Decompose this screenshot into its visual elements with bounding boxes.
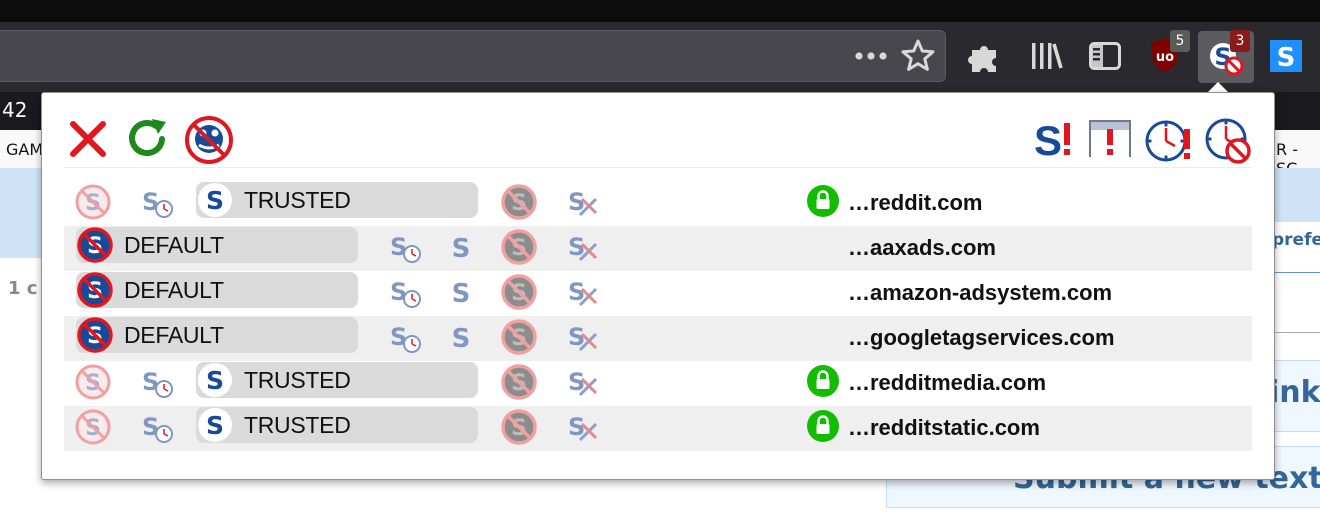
site-domain: …amazon-adsystem.com <box>848 280 1113 305</box>
more-actions-icon[interactable] <box>852 46 890 66</box>
site-domain: …reddit.com <box>848 190 983 215</box>
site-row: SSSTRUSTEDSS…reddit.com <box>64 181 1252 226</box>
custom-option[interactable]: S <box>564 408 602 451</box>
site-row: SDEFAULTSSSS…aaxads.com <box>64 226 1252 271</box>
header-divider <box>64 167 1252 168</box>
custom-option[interactable]: S <box>564 228 602 271</box>
ublock-badge: 5 <box>1170 30 1190 52</box>
default-pill[interactable]: SDEFAULT <box>76 317 358 353</box>
reload-icon[interactable] <box>126 117 172 161</box>
noscript-options-icon[interactable]: S <box>1032 115 1076 163</box>
extensions-puzzle-icon[interactable] <box>966 38 1004 76</box>
temp-trusted-option[interactable]: S <box>138 408 176 451</box>
noscript-popup: S SSSTRUSTEDSS…reddit.comSDEFAULTSSSS…aa… <box>41 92 1275 480</box>
temp-trusted-option[interactable]: S <box>138 183 176 226</box>
secure-lock-icon <box>806 184 840 223</box>
svg-text:S: S <box>206 186 224 215</box>
blocked-option[interactable]: S <box>500 408 538 451</box>
default-icon: S <box>76 271 114 314</box>
level-label: DEFAULT <box>124 277 224 303</box>
site-row: SSSTRUSTEDSS…redditstatic.com <box>64 406 1252 451</box>
trusted-pill[interactable]: S TRUSTED <box>196 362 478 398</box>
secure-lock-icon <box>806 364 840 403</box>
temp-trusted-option[interactable]: S <box>386 318 424 361</box>
trusted-icon: S <box>196 406 234 449</box>
site-row: SDEFAULTSSSS…googletagservices.com <box>64 316 1252 361</box>
custom-option[interactable]: S <box>564 363 602 406</box>
trusted-icon: S <box>196 361 234 404</box>
site-row: SSSTRUSTEDSS…redditmedia.com <box>64 361 1252 406</box>
submit-link-box[interactable]: ink <box>1269 360 1320 432</box>
svg-text:S: S <box>1034 117 1062 163</box>
level-label: TRUSTED <box>244 187 351 213</box>
level-label: DEFAULT <box>124 232 224 258</box>
svg-text:S: S <box>206 366 224 395</box>
custom-option[interactable]: S <box>564 183 602 226</box>
trusted-option[interactable]: S <box>442 273 480 316</box>
browser-toolbar: uo 5 S 3 S <box>0 22 1320 92</box>
custom-option[interactable]: S <box>564 273 602 316</box>
bookmark-star-icon[interactable] <box>900 38 936 74</box>
svg-text:S: S <box>452 234 471 264</box>
trusted-option[interactable]: S <box>442 228 480 271</box>
site-domain: …redditstatic.com <box>848 415 1040 440</box>
bookmark-fragment-left[interactable]: GAM <box>6 140 43 159</box>
blocked-option[interactable]: S <box>500 273 538 316</box>
level-label: TRUSTED <box>244 412 351 438</box>
close-icon[interactable] <box>68 119 108 159</box>
noscript-badge: 3 <box>1230 30 1250 52</box>
comment-count-fragment: 1 c <box>8 278 38 299</box>
untrusted-option[interactable]: S <box>74 183 112 226</box>
sidebar-icon[interactable] <box>1088 40 1122 72</box>
window-top-strip <box>0 0 1320 22</box>
temp-trusted-option[interactable]: S <box>138 363 176 406</box>
noscript-blue-s-icon[interactable]: S <box>1270 40 1302 72</box>
default-icon: S <box>76 226 114 269</box>
blocked-option[interactable]: S <box>500 183 538 226</box>
trusted-option[interactable]: S <box>442 318 480 361</box>
custom-option[interactable]: S <box>564 318 602 361</box>
site-domain: …aaxads.com <box>848 235 996 260</box>
svg-text:S: S <box>1277 43 1296 72</box>
level-label: TRUSTED <box>244 367 351 393</box>
temp-trusted-option[interactable]: S <box>386 273 424 316</box>
tab-fragment: 42 <box>2 98 28 122</box>
preferences-link[interactable]: prefe <box>1272 230 1320 250</box>
site-domain: …redditmedia.com <box>848 370 1047 395</box>
untrusted-option[interactable]: S <box>74 363 112 406</box>
untrusted-option[interactable]: S <box>74 408 112 451</box>
default-icon: S <box>76 316 114 359</box>
default-pill[interactable]: SDEFAULT <box>76 272 358 308</box>
url-bar[interactable] <box>0 30 946 82</box>
svg-text:S: S <box>452 324 471 354</box>
trusted-icon: S <box>196 181 234 224</box>
blocked-option[interactable]: S <box>500 228 538 271</box>
revoke-temp-icon[interactable] <box>1202 115 1254 165</box>
svg-text:S: S <box>206 411 224 440</box>
default-pill[interactable]: SDEFAULT <box>76 227 358 263</box>
secure-lock-icon <box>806 409 840 448</box>
site-domain: …googletagservices.com <box>848 325 1115 350</box>
temp-trust-all-icon[interactable] <box>1144 115 1194 165</box>
disable-restrictions-icon[interactable] <box>184 115 234 165</box>
level-label: DEFAULT <box>124 322 224 348</box>
submit-link-text: ink <box>1269 375 1320 410</box>
trusted-pill[interactable]: S TRUSTED <box>196 182 478 218</box>
library-icon[interactable] <box>1030 40 1064 72</box>
temp-trusted-option[interactable]: S <box>386 228 424 271</box>
blocked-option[interactable]: S <box>500 363 538 406</box>
site-row: SDEFAULTSSSS…amazon-adsystem.com <box>64 271 1252 316</box>
blocked-option[interactable]: S <box>500 318 538 361</box>
svg-text:uo: uo <box>1156 50 1174 65</box>
svg-text:S: S <box>452 279 471 309</box>
temporary-allow-page-icon[interactable] <box>1086 115 1134 161</box>
trusted-pill[interactable]: S TRUSTED <box>196 407 478 443</box>
reddit-tabs-strip: prefe <box>1272 222 1320 273</box>
side-box-rule <box>1272 332 1320 333</box>
